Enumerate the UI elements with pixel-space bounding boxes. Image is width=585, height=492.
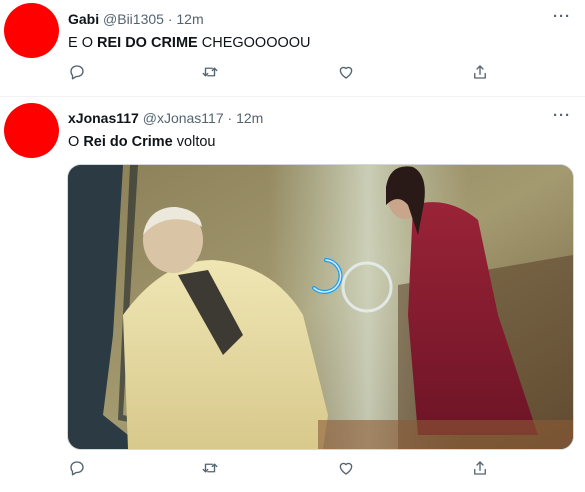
tweet-media-photo[interactable] xyxy=(67,164,574,450)
retweet-button[interactable] xyxy=(201,63,221,83)
table-items xyxy=(318,420,573,449)
tweet-text: O Rei do Crime voltou xyxy=(68,134,215,150)
text-segment: CHEGOOOOOU xyxy=(197,35,311,51)
retweet-icon xyxy=(202,67,218,77)
handle[interactable]: @xJonas117 xyxy=(143,110,224,126)
tweet-1[interactable]: Gabi @Bii1305 · 12m ··· E O REI DO CRIME… xyxy=(0,0,585,96)
retweet-icon xyxy=(202,463,218,473)
timestamp[interactable]: 12m xyxy=(176,11,203,27)
photo-image xyxy=(68,165,573,449)
reply-button[interactable] xyxy=(68,459,88,479)
reply-button[interactable] xyxy=(68,63,88,83)
avatar[interactable] xyxy=(4,103,59,158)
display-name[interactable]: Gabi xyxy=(68,11,99,27)
more-options-button[interactable]: ··· xyxy=(553,8,571,25)
reply-icon xyxy=(70,65,84,80)
reply-icon xyxy=(70,461,84,476)
text-segment: voltou xyxy=(172,134,216,150)
separator-dot: · xyxy=(167,11,173,27)
separator-dot: · xyxy=(227,110,233,126)
timestamp[interactable]: 12m xyxy=(236,110,263,126)
tweet-actions xyxy=(68,63,498,83)
like-button[interactable] xyxy=(337,63,357,83)
more-options-button[interactable]: ··· xyxy=(553,107,571,124)
like-icon xyxy=(339,462,353,475)
avatar[interactable] xyxy=(4,3,59,58)
share-icon xyxy=(474,461,486,475)
more-horizontal-icon: ··· xyxy=(553,107,571,124)
share-button[interactable] xyxy=(471,63,491,83)
handle[interactable]: @Bii1305 xyxy=(103,11,164,27)
tweet-header: Gabi @Bii1305 · 12m xyxy=(68,11,204,27)
retweet-button[interactable] xyxy=(201,459,221,479)
tweet-header: xJonas117 @xJonas117 · 12m xyxy=(68,110,263,126)
like-button[interactable] xyxy=(337,459,357,479)
text-segment: O xyxy=(68,134,84,150)
share-button[interactable] xyxy=(471,459,491,479)
tweet-actions xyxy=(68,459,498,479)
share-icon xyxy=(474,65,486,79)
text-bold: Rei do Crime xyxy=(83,134,173,150)
more-horizontal-icon: ··· xyxy=(553,8,571,25)
text-bold: REI DO CRIME xyxy=(97,35,198,51)
display-name[interactable]: xJonas117 xyxy=(68,110,139,126)
tweet-text: E O REI DO CRIME CHEGOOOOOU xyxy=(68,35,311,51)
like-icon xyxy=(339,66,353,79)
text-segment: E O xyxy=(68,35,98,51)
